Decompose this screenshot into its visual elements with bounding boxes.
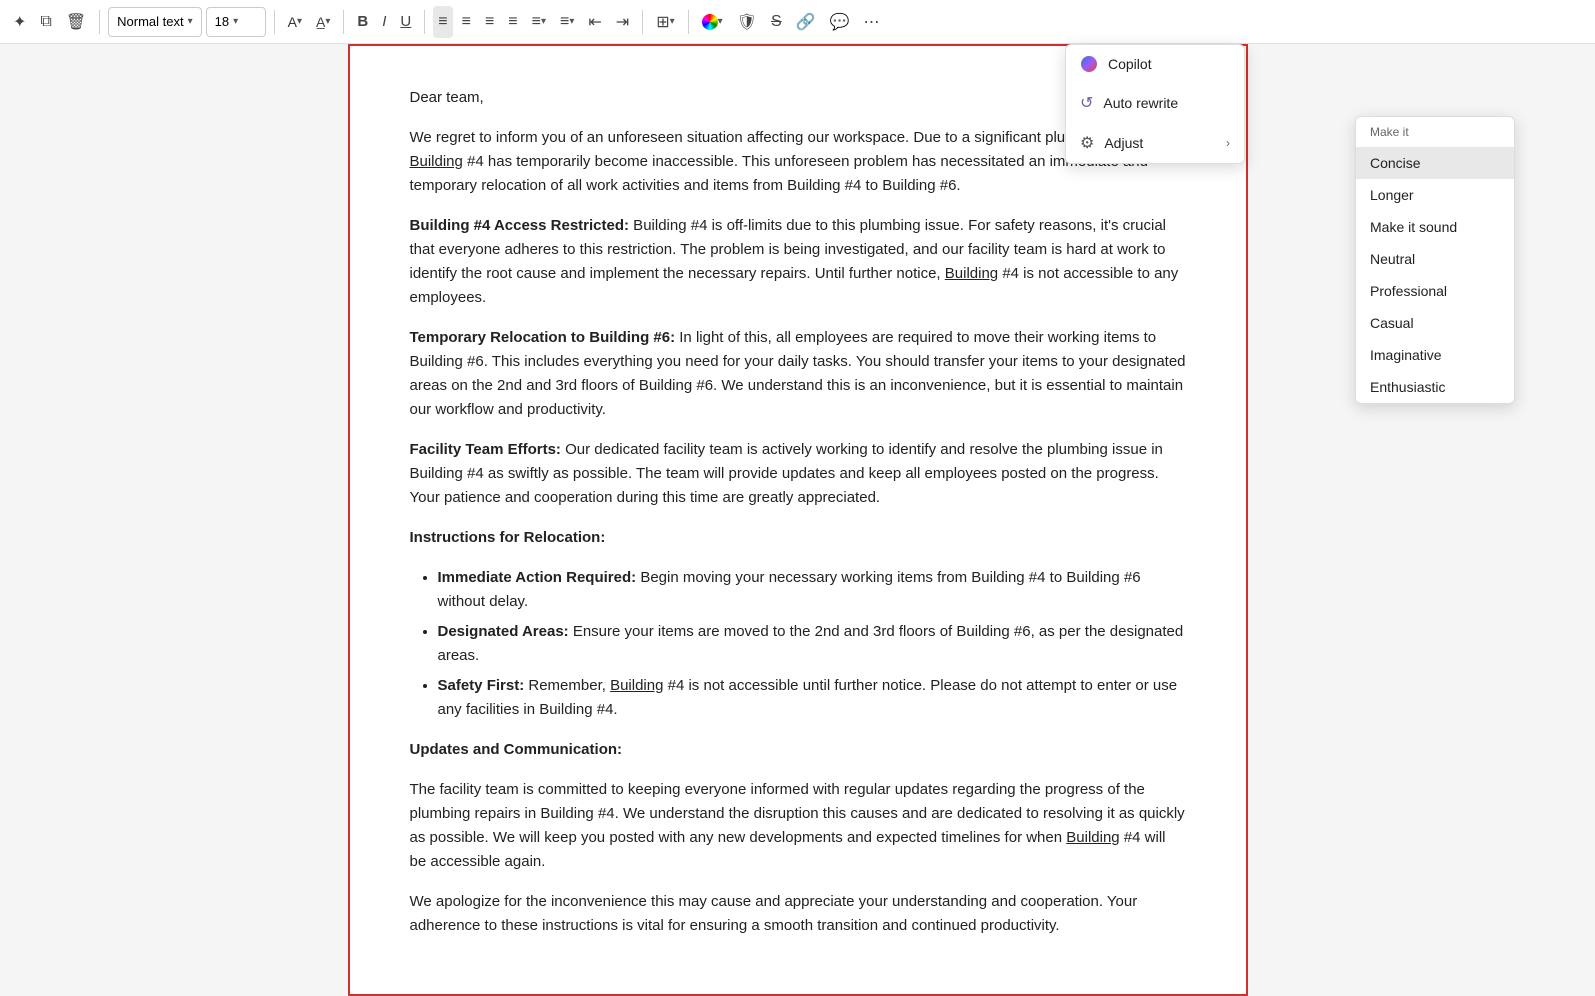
bold-btn[interactable]: B [352, 6, 373, 38]
divider-1 [99, 10, 100, 34]
align-justify-btn[interactable]: ≡ [503, 6, 522, 38]
section-2: Temporary Relocation to Building #6: In … [410, 326, 1186, 422]
add-icon-btn[interactable]: ✦ [8, 6, 31, 38]
underline-btn[interactable]: U [395, 6, 416, 38]
updates-body: The facility team is committed to keepin… [410, 778, 1186, 874]
color-circle [702, 14, 718, 30]
bullet-3-title: Safety First: [438, 677, 525, 694]
instructions-list: Immediate Action Required: Begin moving … [410, 566, 1186, 722]
list-item-3: Safety First: Remember, Building #4 is n… [438, 674, 1186, 722]
toolbar: ✦ ⧉ 🗑 Normal text ▾ 18 ▾ A ▾ A̲ ▾ B I U … [0, 0, 1595, 44]
copy-icon-btn[interactable]: ⧉ [35, 6, 56, 38]
bullet-3-body: Remember, Building #4 is not accessible … [438, 677, 1178, 718]
more-btn[interactable]: ⋯ [859, 6, 885, 38]
adjust-icon: ⚙ [1080, 133, 1094, 153]
bullet-list-btn[interactable]: ≡ ▾ [527, 6, 551, 38]
building-link-1[interactable]: Building [410, 153, 463, 170]
divider-5 [642, 10, 643, 34]
document-area: Dear team, We regret to inform you of an… [348, 44, 1248, 996]
submenu-item-make-it-sound[interactable]: Make it sound [1356, 211, 1514, 243]
building-link-4[interactable]: Building [1066, 829, 1119, 846]
divider-4 [424, 10, 425, 34]
auto-rewrite-label: Auto rewrite [1103, 95, 1178, 111]
copilot-color-chevron: ▾ [718, 16, 723, 27]
copilot-item[interactable]: Copilot [1066, 45, 1244, 83]
adjust-chevron: › [1226, 136, 1230, 150]
bullet-list-chevron: ▾ [541, 16, 546, 27]
adjust-left: ⚙ Adjust [1080, 133, 1143, 153]
copilot-dropdown: Copilot ↺ Auto rewrite ⚙ Adjust › [1065, 44, 1245, 164]
section-1: Building #4 Access Restricted: Building … [410, 214, 1186, 310]
copilot-label: Copilot [1108, 56, 1152, 72]
italic-btn[interactable]: I [377, 6, 391, 38]
submenu-item-enthusiastic[interactable]: Enthusiastic [1356, 371, 1514, 403]
table-btn[interactable]: ⊞ ▾ [651, 6, 679, 38]
numbered-list-chevron: ▾ [569, 16, 574, 27]
shield-btn[interactable]: 🛡 [732, 6, 762, 38]
list-item-1: Immediate Action Required: Begin moving … [438, 566, 1186, 614]
building-link-3[interactable]: Building [610, 677, 663, 694]
font-size-value: 18 [215, 14, 229, 29]
comment-btn[interactable]: 💬 [825, 6, 855, 38]
delete-icon-btn[interactable]: 🗑 [61, 6, 91, 38]
submenu-item-professional[interactable]: Professional [1356, 275, 1514, 307]
font-size-selector[interactable]: 18 ▾ [206, 7, 266, 37]
submenu-item-casual[interactable]: Casual [1356, 307, 1514, 339]
style-label: Normal text [117, 14, 183, 29]
font-color-btn[interactable]: A ▾ [283, 6, 307, 38]
divider-2 [274, 10, 275, 34]
highlight-color-btn[interactable]: A̲ ▾ [311, 6, 335, 38]
auto-rewrite-icon: ↺ [1080, 93, 1093, 113]
divider-3 [343, 10, 344, 34]
copilot-icon [1080, 55, 1098, 73]
closing: We apologize for the inconvenience this … [410, 890, 1186, 938]
section-3-title: Facility Team Efforts: [410, 441, 561, 458]
link-btn[interactable]: 🔗 [791, 6, 821, 38]
style-chevron: ▾ [188, 16, 193, 27]
adjust-label: Adjust [1104, 135, 1143, 151]
align-center-btn[interactable]: ≡ [457, 6, 476, 38]
bullet-2-title: Designated Areas: [438, 623, 569, 640]
bullet-1-title: Immediate Action Required: [438, 569, 637, 586]
submenu-item-concise[interactable]: Concise [1356, 147, 1514, 179]
table-chevron: ▾ [670, 16, 675, 27]
instructions-title: Instructions for Relocation: [410, 526, 1186, 550]
updates-title: Updates and Communication: [410, 738, 1186, 762]
strikethrough-btn[interactable]: S [766, 6, 787, 38]
style-selector[interactable]: Normal text ▾ [108, 7, 202, 37]
section-2-title: Temporary Relocation to Building #6: [410, 329, 676, 346]
auto-rewrite-item[interactable]: ↺ Auto rewrite [1066, 83, 1244, 123]
submenu-item-longer[interactable]: Longer [1356, 179, 1514, 211]
section-3: Facility Team Efforts: Our dedicated fac… [410, 438, 1186, 510]
indent-decrease-btn[interactable]: ⇤ [583, 6, 606, 38]
align-left-btn[interactable]: ≡ [433, 6, 452, 38]
font-size-chevron: ▾ [233, 16, 238, 27]
main-wrapper: Dear team, We regret to inform you of an… [0, 44, 1595, 996]
numbered-list-btn[interactable]: ≡ ▾ [555, 6, 579, 38]
indent-increase-btn[interactable]: ⇥ [611, 6, 634, 38]
highlight-chevron: ▾ [325, 16, 330, 27]
building-link-2[interactable]: Building [945, 265, 998, 282]
copilot-color-btn[interactable]: ▾ [697, 6, 728, 38]
submenu: Make it Concise Longer Make it sound Neu… [1355, 116, 1515, 404]
section-1-title: Building #4 Access Restricted: [410, 217, 630, 234]
divider-6 [688, 10, 689, 34]
list-item-2: Designated Areas: Ensure your items are … [438, 620, 1186, 668]
align-right-btn[interactable]: ≡ [480, 6, 499, 38]
submenu-item-imaginative[interactable]: Imaginative [1356, 339, 1514, 371]
submenu-header: Make it [1356, 117, 1514, 147]
submenu-item-neutral[interactable]: Neutral [1356, 243, 1514, 275]
font-color-chevron: ▾ [297, 16, 302, 27]
adjust-item[interactable]: ⚙ Adjust › [1066, 123, 1244, 163]
